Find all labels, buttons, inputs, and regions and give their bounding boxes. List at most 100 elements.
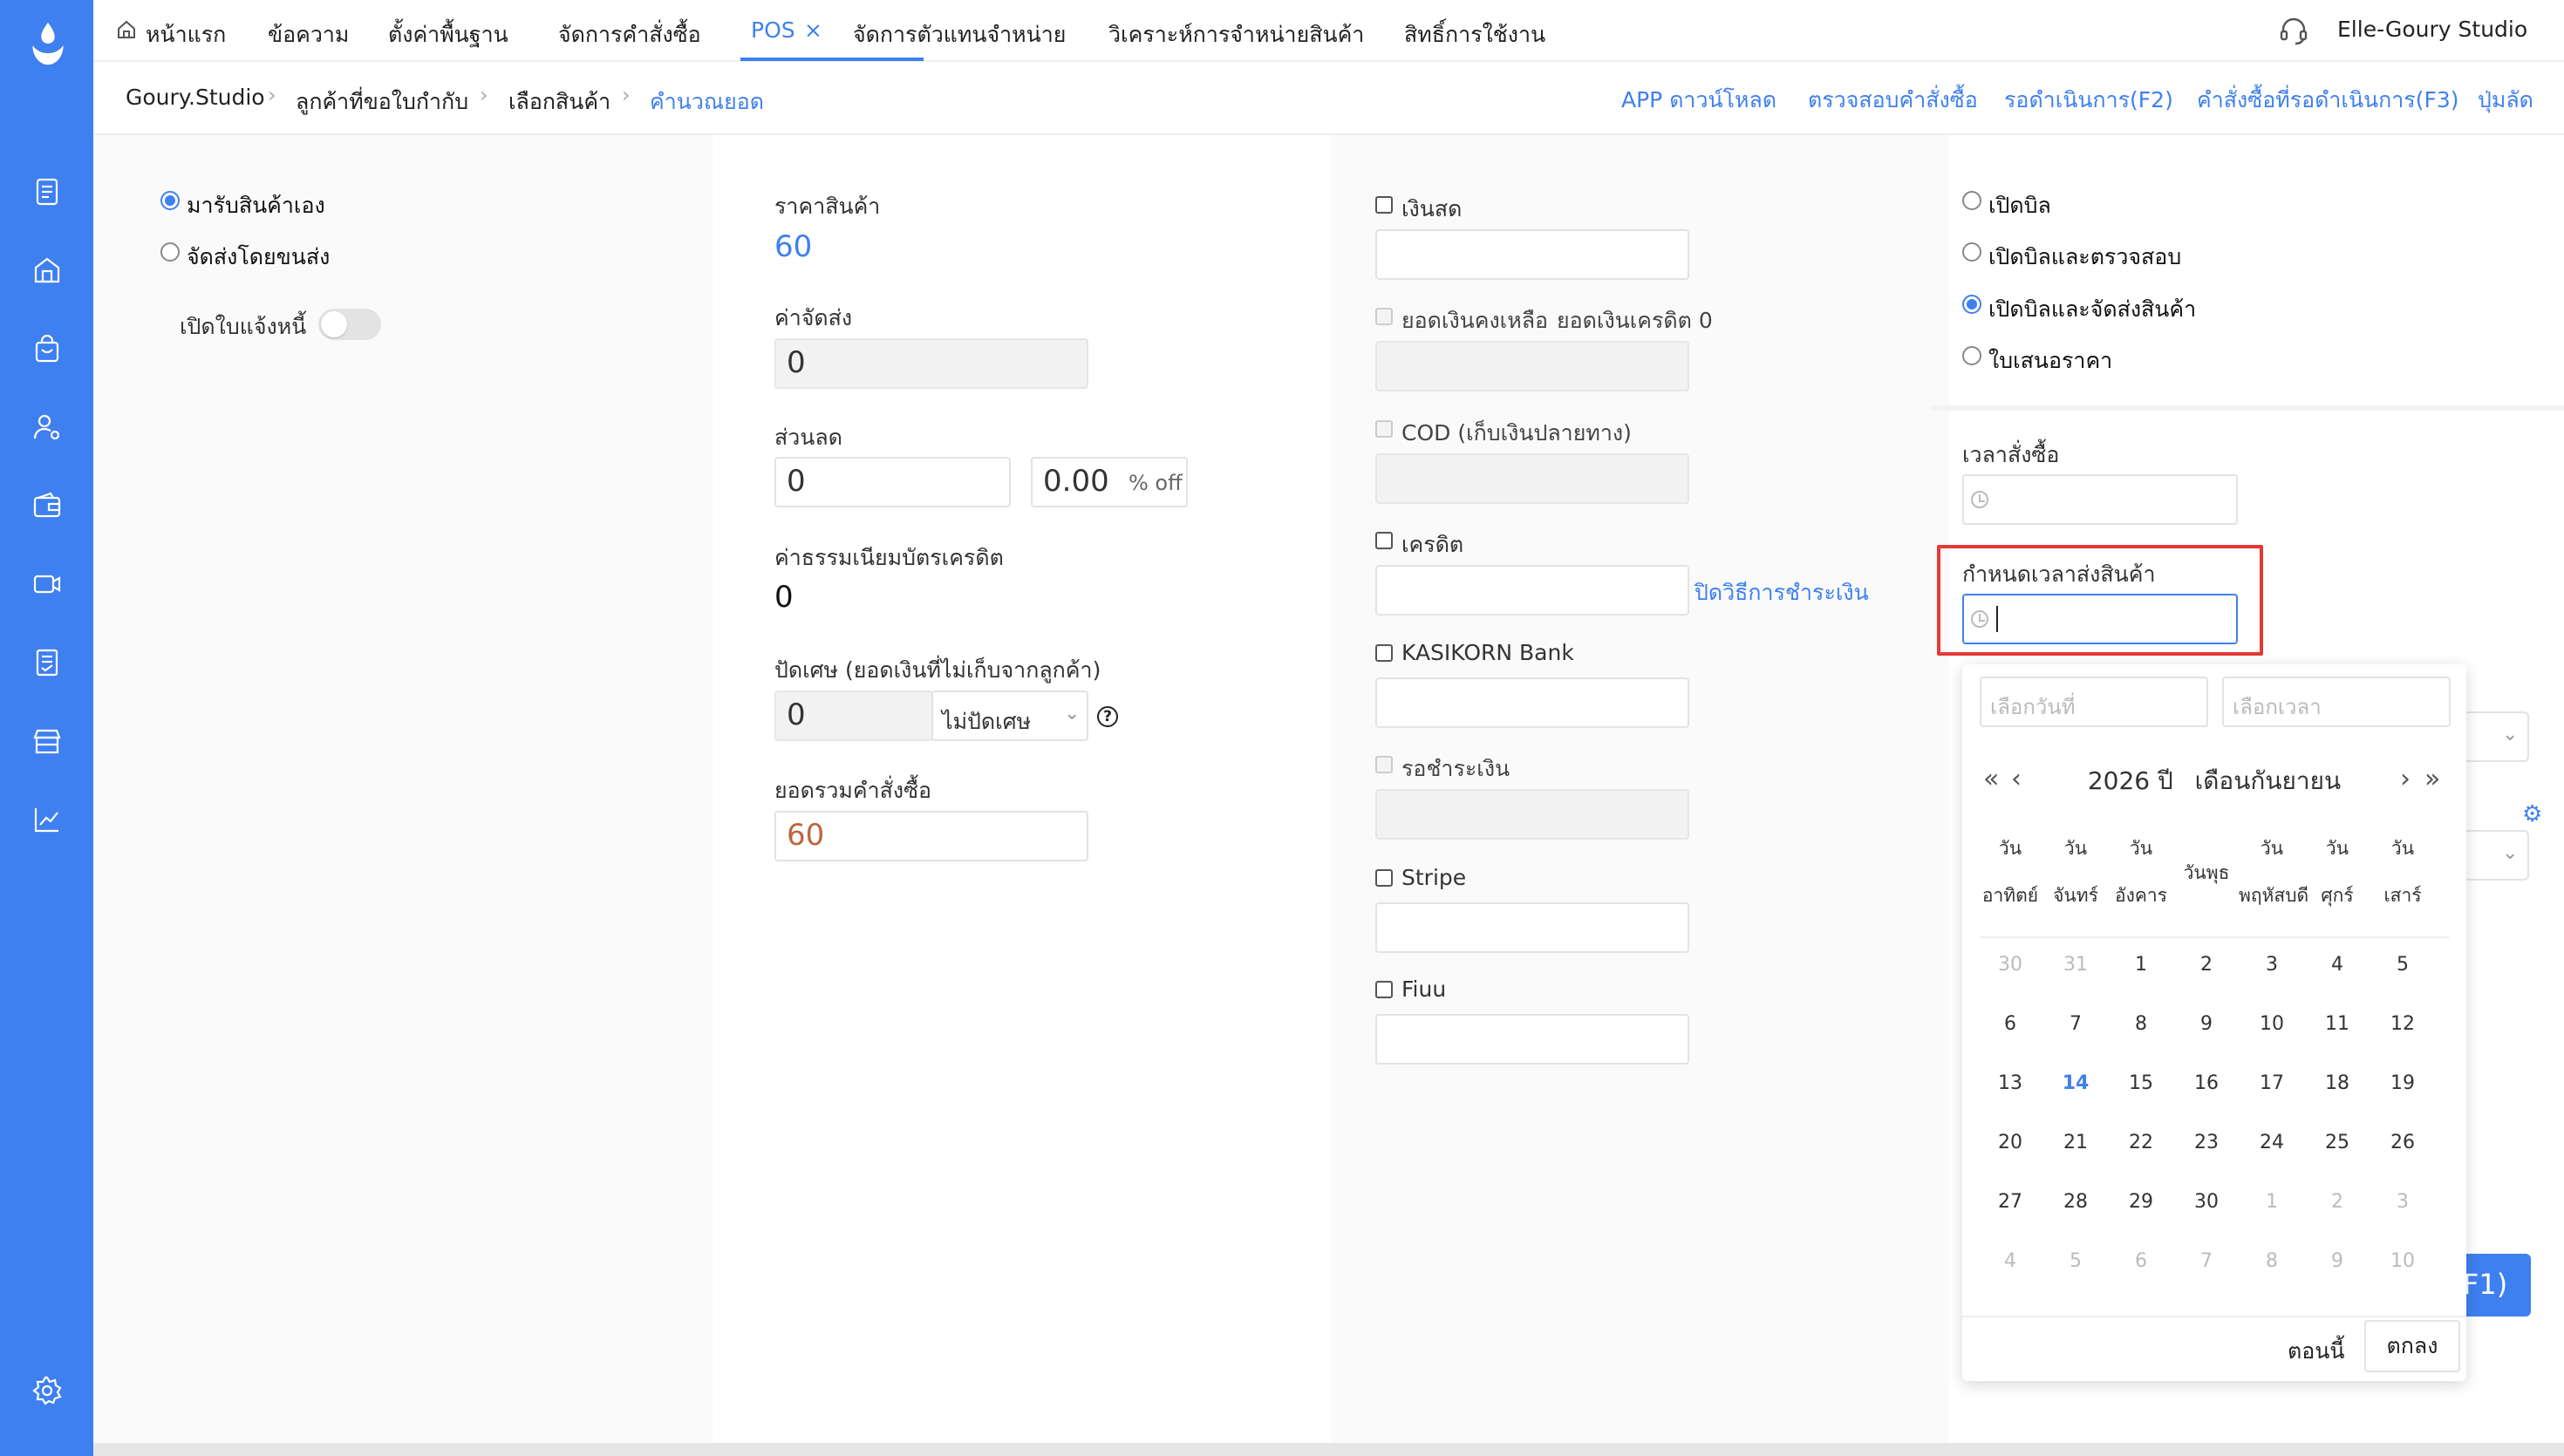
calendar-day[interactable]: 3 [2370,1191,2436,1213]
calendar-day[interactable]: 26 [2370,1132,2436,1153]
calendar-day[interactable]: 14 [2042,1072,2109,1094]
ok-button[interactable]: ตกลง [2364,1320,2460,1372]
calendar-day[interactable]: 2 [2173,954,2240,976]
tab-pos-close-icon[interactable]: × [804,17,822,43]
calendar-day[interactable]: 8 [2108,1013,2174,1035]
pending-payment-checkbox[interactable] [1375,756,1393,773]
submit-button[interactable]: F1) [2463,1254,2531,1317]
fiuu-checkbox[interactable] [1375,981,1393,998]
calendar-day[interactable]: 1 [2108,954,2174,976]
cash-checkbox[interactable] [1375,196,1393,214]
logo-drop-icon[interactable] [26,17,70,70]
calendar-day[interactable]: 30 [2173,1191,2240,1213]
next-year-button[interactable]: » [2424,764,2440,794]
wallet-icon[interactable] [30,488,65,523]
tab-basic-settings[interactable]: ตั้งค่าพื้นฐาน [388,17,508,52]
rounding-select[interactable]: ไม่ปัดเศษ ⌄ [931,691,1088,741]
cash-label[interactable]: เงินสด [1401,192,1462,227]
calendar-day[interactable]: 1 [2239,1191,2305,1213]
shipping-input[interactable]: 0 [774,338,1088,389]
kasikorn-input[interactable] [1375,677,1689,728]
calendar-day[interactable]: 6 [2108,1250,2174,1272]
invoice-toggle[interactable] [318,309,381,340]
quotation-radio[interactable] [1962,346,1981,365]
calendar-day[interactable]: 11 [2304,1013,2370,1035]
courier-label[interactable]: จัดส่งโดยขนส่ง [187,240,330,275]
cash-input[interactable] [1375,229,1689,280]
gear-icon[interactable] [30,1373,65,1408]
bottom-scrollbar[interactable] [93,1443,2564,1456]
document-icon[interactable] [30,174,65,209]
tab-pos[interactable]: POS [751,17,795,43]
shopping-bag-icon[interactable] [30,331,65,366]
pickup-label[interactable]: มารับสินค้าเอง [187,188,325,223]
kasikorn-checkbox[interactable] [1375,644,1393,662]
open-and-ship-radio[interactable] [1962,295,1981,314]
picker-year[interactable]: 2026 ปี [2088,766,2173,795]
quotation-label[interactable]: ใบเสนอราคา [1988,344,2112,378]
calendar-day[interactable]: 12 [2370,1013,2436,1035]
calendar-day[interactable]: 15 [2108,1072,2174,1094]
help-icon[interactable]: ? [1097,706,1118,727]
tab-permissions[interactable]: สิทธิ์การใช้งาน [1404,17,1545,52]
calendar-day[interactable]: 31 [2042,954,2109,976]
open-bill-label[interactable]: เปิดบิล [1988,188,2051,223]
calendar-day[interactable]: 24 [2239,1132,2305,1153]
fiuu-label[interactable]: Fiuu [1401,976,1446,1002]
calendar-day[interactable]: 19 [2370,1072,2436,1094]
stripe-label[interactable]: Stripe [1401,865,1466,890]
pending-orders-link[interactable]: คำสั่งซื้อที่รอดำเนินการ(F3) [2197,83,2459,118]
credit-label[interactable]: เครดิต [1401,527,1463,562]
calendar-day[interactable]: 16 [2173,1072,2240,1094]
calendar-day[interactable]: 22 [2108,1132,2174,1153]
rounding-input[interactable]: 0 [774,691,933,741]
breadcrumb-customer[interactable]: ลูกค้าที่ขอใบกำกับ [296,85,468,119]
shop-icon[interactable] [30,724,65,759]
calendar-day[interactable]: 7 [2042,1013,2109,1035]
picker-month[interactable]: เดือนกันยายน [2195,766,2341,795]
calendar-day[interactable]: 29 [2108,1191,2174,1213]
account-name[interactable]: Elle-Goury Studio [2337,17,2527,42]
cod-checkbox[interactable] [1375,420,1393,438]
tab-analytics[interactable]: วิเคราะห์การจำหน่ายสินค้า [1108,17,1364,52]
breadcrumb-shop[interactable]: Goury.Studio [126,85,265,110]
calendar-day[interactable]: 13 [1977,1072,2043,1094]
time-input[interactable]: เลือกเวลา [2222,677,2451,727]
calendar-day[interactable]: 28 [2042,1191,2109,1213]
calendar-day[interactable]: 7 [2173,1250,2240,1272]
pending-payment-input[interactable] [1375,789,1689,840]
chart-icon[interactable] [30,802,65,837]
stripe-input[interactable] [1375,902,1689,953]
check-orders-link[interactable]: ตรวจสอบคำสั่งซื้อ [1808,83,1978,118]
tab-orders[interactable]: จัดการคำสั่งซื้อ [558,17,701,52]
stripe-checkbox[interactable] [1375,869,1393,887]
breadcrumb-select-products[interactable]: เลือกสินค้า [508,85,610,119]
cod-input[interactable] [1375,453,1689,504]
open-and-ship-label[interactable]: เปิดบิลและจัดส่งสินค้า [1988,292,2196,327]
calendar-day[interactable]: 21 [2042,1132,2109,1153]
now-button[interactable]: ตอนนี้ [2288,1334,2344,1369]
open-and-check-radio[interactable] [1962,242,1981,262]
pickup-radio[interactable] [160,191,180,210]
calendar-day[interactable]: 10 [2370,1250,2436,1272]
courier-radio[interactable] [160,242,180,262]
report-icon[interactable] [30,645,65,680]
credit-input[interactable] [1375,565,1689,616]
calendar-day[interactable]: 20 [1977,1132,2043,1153]
balance-checkbox[interactable] [1375,308,1393,325]
calendar-day[interactable]: 17 [2239,1072,2305,1094]
tab-home[interactable]: หน้าแรก [146,17,226,52]
calendar-day[interactable]: 10 [2239,1013,2305,1035]
open-and-check-label[interactable]: เปิดบิลและตรวจสอบ [1988,240,2181,275]
headset-icon[interactable] [2278,15,2309,46]
discount-percent-input[interactable]: 0.00 % off [1031,457,1188,507]
tab-messages[interactable]: ข้อความ [268,17,349,52]
calendar-day[interactable]: 27 [1977,1191,2043,1213]
calendar-day[interactable]: 6 [1977,1013,2043,1035]
balance-input[interactable] [1375,341,1689,391]
calendar-day[interactable]: 2 [2304,1191,2370,1213]
pending-link[interactable]: รอดำเนินการ(F2) [2004,83,2173,118]
discount-input[interactable]: 0 [774,457,1011,507]
calendar-day[interactable]: 5 [2042,1250,2109,1272]
calendar-day[interactable]: 23 [2173,1132,2240,1153]
